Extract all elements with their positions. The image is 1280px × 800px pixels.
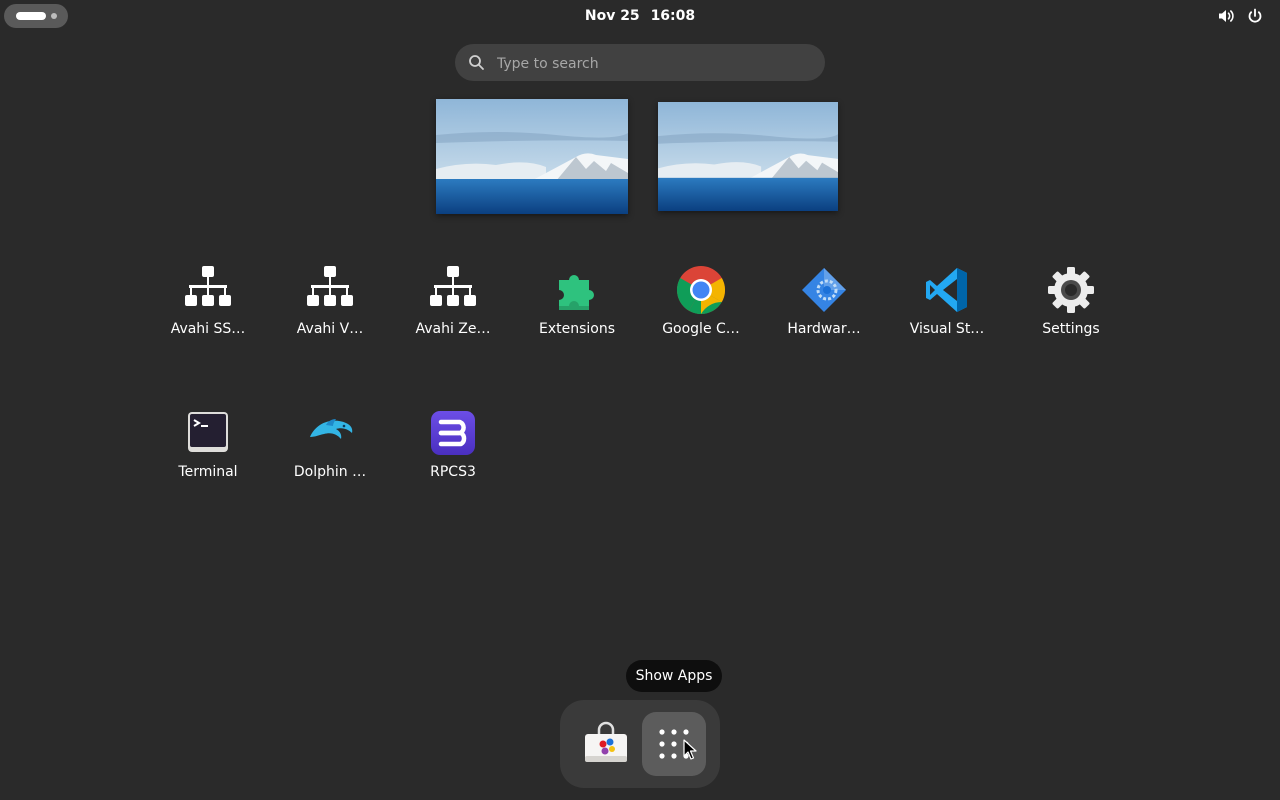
search-box[interactable]: [455, 44, 825, 81]
app-avahi-ssh[interactable]: Avahi SS…: [148, 266, 268, 366]
vscode-icon: [926, 268, 967, 312]
app-visual-studio-code[interactable]: Visual St…: [887, 266, 1007, 366]
search-input[interactable]: [495, 50, 819, 77]
activities-button[interactable]: [4, 4, 68, 28]
app-label: Extensions: [538, 321, 616, 337]
app-label: Settings: [1042, 321, 1100, 337]
workspace-indicator-active: [16, 12, 46, 20]
mouse-cursor-icon: [683, 739, 697, 760]
workspace-thumbnail-1[interactable]: [436, 99, 628, 214]
volume-icon[interactable]: [1216, 6, 1236, 26]
app-label: Avahi V…: [296, 321, 364, 337]
workspace-indicator-inactive: [51, 13, 57, 19]
app-label: RPCS3: [430, 464, 476, 480]
network-icon: [185, 266, 231, 306]
top-bar: Nov 25 16:08: [0, 0, 1280, 32]
puzzle-icon: [559, 275, 594, 310]
search-icon: [469, 55, 484, 70]
clock-time: 16:08: [650, 8, 696, 24]
app-hardware[interactable]: Hardwar…: [764, 266, 884, 366]
app-label: Avahi SS…: [170, 321, 246, 337]
software-icon: [585, 721, 627, 762]
rpcs3-icon: [431, 411, 475, 455]
app-extensions[interactable]: Extensions: [517, 266, 637, 366]
hardware-icon: [802, 268, 846, 312]
app-avahi-zeroconf[interactable]: Avahi Ze…: [393, 266, 513, 366]
terminal-icon: [188, 412, 228, 452]
workspace-thumbnail-2[interactable]: [658, 102, 838, 211]
app-settings[interactable]: Settings: [1011, 266, 1131, 366]
power-icon[interactable]: [1245, 6, 1265, 26]
clock-date: Nov 25: [584, 8, 640, 24]
chrome-icon: [677, 266, 725, 314]
show-apps-tooltip: Show Apps: [626, 660, 722, 692]
gear-icon: [1048, 267, 1094, 313]
app-avahi-vnc[interactable]: Avahi V…: [270, 266, 390, 366]
network-icon: [307, 266, 353, 306]
app-label: Avahi Ze…: [415, 321, 491, 337]
app-label: Google C…: [662, 321, 740, 337]
app-dolphin[interactable]: Dolphin …: [270, 409, 390, 509]
app-rpcs3[interactable]: RPCS3: [393, 409, 513, 509]
dolphin-icon: [310, 419, 353, 439]
app-terminal[interactable]: Terminal: [148, 409, 268, 509]
app-label: Hardwar…: [787, 321, 861, 337]
app-google-chrome[interactable]: Google C…: [641, 266, 761, 366]
software-app-button[interactable]: [574, 712, 638, 776]
app-label: Dolphin …: [293, 464, 367, 480]
clock-button[interactable]: Nov 25 16:08: [540, 0, 740, 32]
network-icon: [430, 266, 476, 306]
app-label: Terminal: [178, 464, 238, 480]
app-label: Visual St…: [909, 321, 985, 337]
